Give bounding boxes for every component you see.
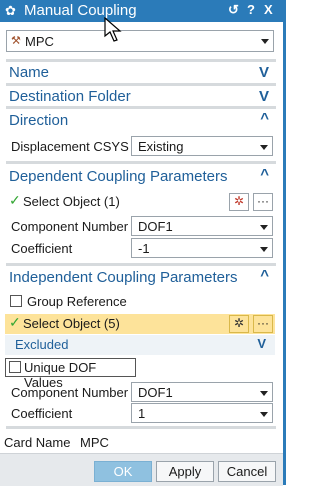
divider — [6, 106, 276, 109]
chevron-down-icon — [260, 412, 268, 417]
displacement-csys-value: Existing — [138, 139, 184, 154]
divider — [6, 263, 276, 266]
dialog-footer: OK Apply Cancel — [0, 453, 283, 486]
gear-icon[interactable]: ✿ — [5, 3, 16, 19]
coupling-type-value: MPC — [25, 34, 54, 49]
section-dependent-coupling[interactable]: Dependent Coupling Parameters — [9, 168, 227, 185]
chevron-down-icon — [260, 145, 268, 150]
divider — [6, 161, 276, 164]
excluded-header[interactable]: Excluded V — [5, 335, 275, 355]
dependent-select-object-row[interactable]: ✓ Select Object (1) ✲ ··· — [5, 192, 275, 212]
divider — [6, 59, 276, 62]
select-node-icon[interactable]: ✲ — [229, 193, 249, 211]
check-icon: ✓ — [9, 192, 21, 208]
chevron-down-icon[interactable]: V — [259, 88, 269, 105]
dependent-coefficient-value: -1 — [138, 241, 150, 256]
more-button[interactable]: ··· — [253, 315, 273, 333]
chevron-down-icon — [260, 225, 268, 230]
section-destination-folder[interactable]: Destination Folder — [9, 88, 131, 105]
independent-select-object-row[interactable]: ✓ Select Object (5) ✲ ··· — [5, 314, 275, 334]
help-icon[interactable]: ? — [247, 2, 255, 17]
divider — [6, 426, 276, 429]
excluded-label: Excluded — [15, 337, 69, 352]
independent-component-label: Component Number — [11, 385, 129, 400]
chevron-down-icon — [261, 39, 269, 44]
unique-dof-focus-box[interactable]: Unique DOF Values — [5, 358, 136, 390]
chevron-down-icon — [260, 391, 268, 396]
independent-coefficient-select[interactable]: 1 — [131, 403, 273, 423]
chevron-down-icon[interactable]: V — [259, 64, 269, 81]
dependent-coefficient-label: Coefficient — [11, 241, 73, 256]
ok-button[interactable]: OK — [94, 461, 152, 482]
independent-coefficient-label: Coefficient — [11, 406, 73, 421]
dialog-body: ⚒ MPC Name V Destination Folder V Direct… — [0, 22, 286, 485]
select-node-icon[interactable]: ✲ — [229, 315, 249, 333]
dependent-component-value: DOF1 — [138, 219, 173, 234]
chevron-down-icon[interactable]: V — [257, 336, 266, 351]
dependent-component-label: Component Number — [11, 219, 129, 234]
more-button[interactable]: ··· — [253, 193, 273, 211]
card-name-value: MPC — [80, 435, 109, 450]
reset-icon[interactable]: ↺ — [228, 2, 239, 18]
dependent-select-object-label: Select Object (1) — [23, 194, 120, 209]
group-reference-checkbox[interactable] — [10, 295, 22, 307]
independent-coefficient-value: 1 — [138, 406, 146, 421]
section-independent-coupling[interactable]: Independent Coupling Parameters — [9, 269, 238, 286]
check-icon: ✓ — [9, 314, 21, 330]
mpc-icon: ⚒ — [11, 35, 21, 47]
section-name[interactable]: Name — [9, 64, 49, 81]
coupling-type-select[interactable]: ⚒ MPC — [6, 30, 274, 52]
chevron-up-icon[interactable]: ^ — [260, 166, 269, 183]
independent-component-select[interactable]: DOF1 — [131, 382, 273, 402]
dependent-component-select[interactable]: DOF1 — [131, 216, 273, 236]
independent-component-value: DOF1 — [138, 385, 173, 400]
chevron-down-icon — [260, 247, 268, 252]
dependent-coefficient-select[interactable]: -1 — [131, 238, 273, 258]
mouse-cursor-icon — [104, 17, 122, 42]
cancel-button[interactable]: Cancel — [218, 461, 276, 482]
chevron-up-icon[interactable]: ^ — [260, 110, 269, 127]
independent-select-object-label: Select Object (5) — [23, 316, 120, 331]
chevron-up-icon[interactable]: ^ — [260, 267, 269, 284]
title-bar: ✿ Manual Coupling ↺ ? X — [0, 0, 286, 22]
divider — [6, 83, 276, 86]
section-direction[interactable]: Direction — [9, 112, 68, 129]
group-reference-label: Group Reference — [27, 294, 127, 309]
close-icon[interactable]: X — [264, 2, 273, 17]
displacement-csys-label: Displacement CSYS — [11, 139, 129, 154]
unique-dof-checkbox[interactable] — [9, 361, 21, 373]
displacement-csys-select[interactable]: Existing — [131, 136, 273, 156]
card-name-label: Card Name — [4, 435, 71, 450]
apply-button[interactable]: Apply — [156, 461, 214, 482]
